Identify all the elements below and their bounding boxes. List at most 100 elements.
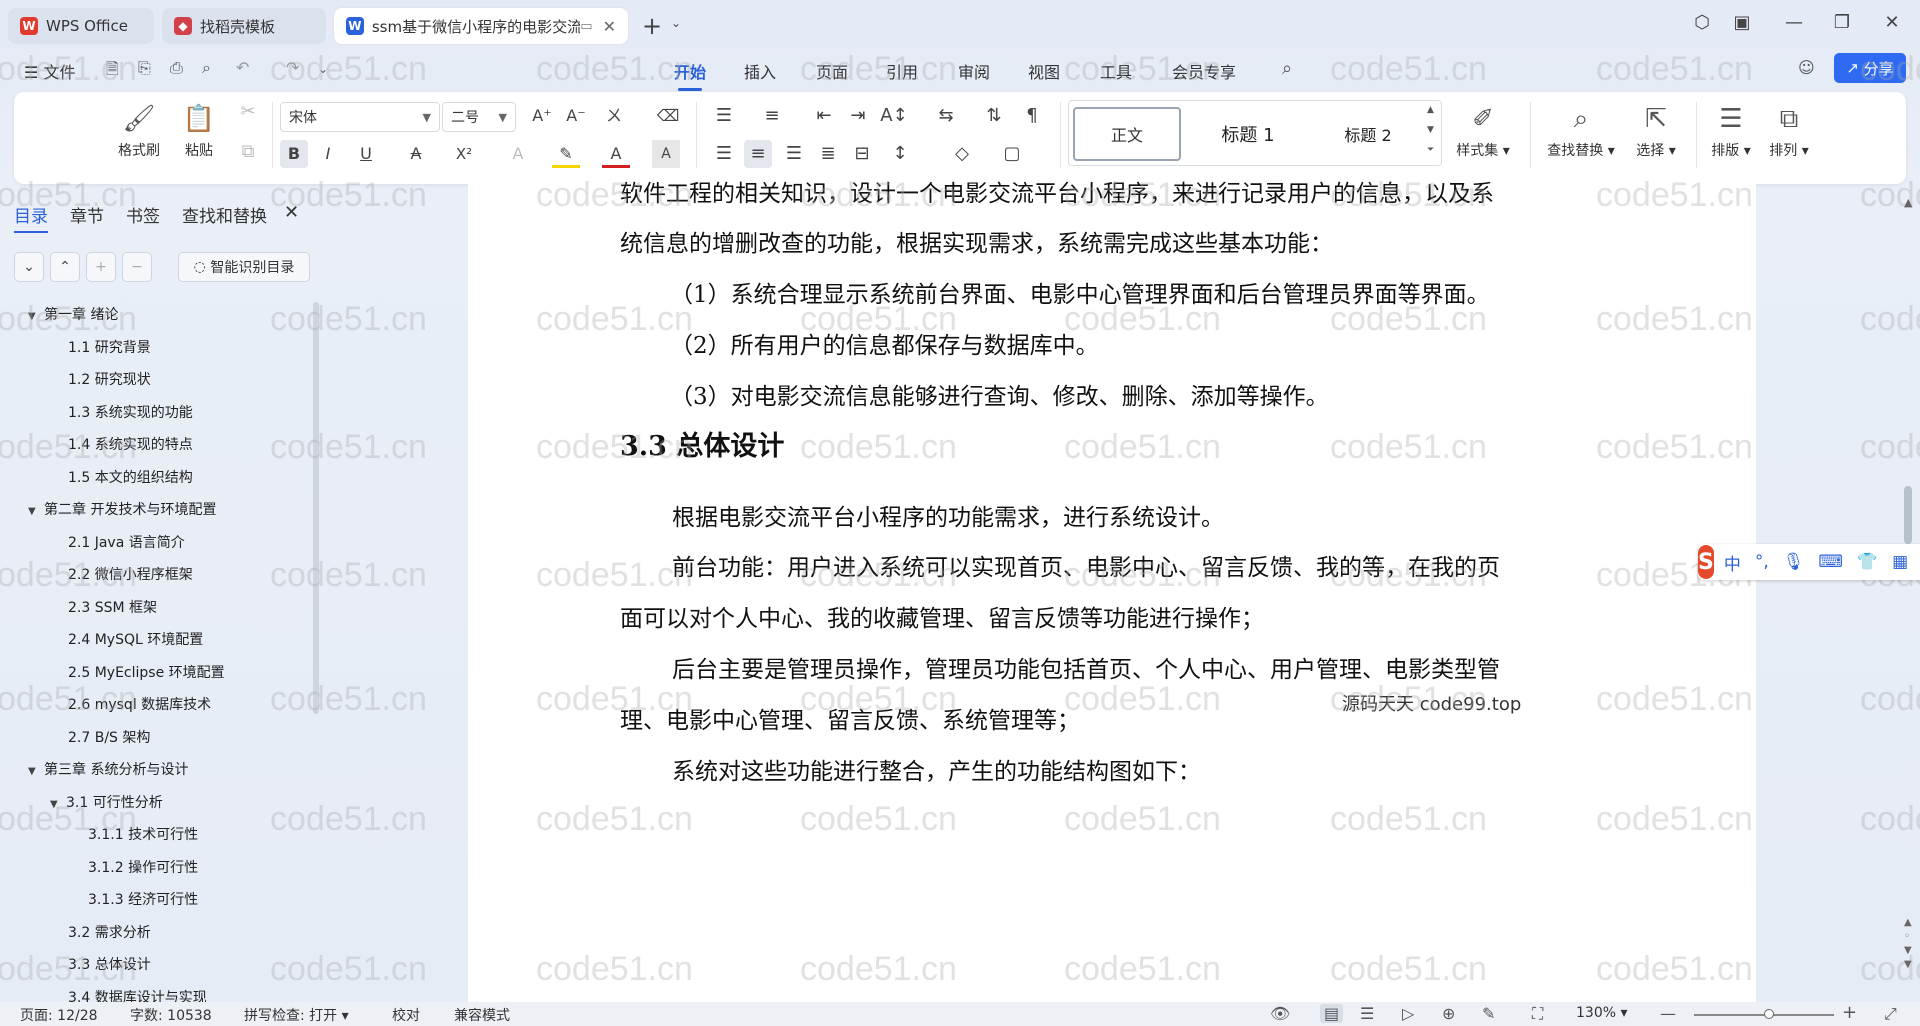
- document-page[interactable]: 软件工程的相关知识，设计一个电影交流平台小程序，来进行记录用户的信息，以及系 统信…: [468, 181, 1756, 1002]
- export-icon[interactable]: ⎘: [138, 58, 151, 78]
- expand-triangle-icon[interactable]: ▼: [28, 766, 44, 777]
- web-view-icon[interactable]: ⊕: [1442, 1004, 1455, 1023]
- toc-item[interactable]: 3.2 需求分析: [68, 922, 151, 942]
- format-painter-button[interactable]: 🖌 格式刷: [114, 102, 164, 160]
- copy-icon[interactable]: ⧉: [234, 138, 262, 166]
- panel-tab-sections[interactable]: 章节: [70, 202, 104, 227]
- panel-tab-toc[interactable]: 目录: [14, 202, 48, 233]
- restore-icon[interactable]: ❐: [1830, 12, 1854, 33]
- superscript-icon[interactable]: X²: [450, 140, 478, 168]
- toc-item[interactable]: 2.1 Java 语言简介: [68, 532, 185, 552]
- align-left-icon[interactable]: ☰: [710, 140, 738, 168]
- toc-item[interactable]: ▼ 第一章 绪论: [28, 304, 118, 324]
- outline-view-icon[interactable]: ☰: [1360, 1004, 1374, 1023]
- panel-tab-bookmarks[interactable]: 书签: [126, 202, 160, 227]
- tab-wps-office[interactable]: W WPS Office: [8, 8, 154, 44]
- save-icon[interactable]: 🗎: [106, 58, 119, 85]
- layout-button[interactable]: ☰ 排版 ▾: [1704, 102, 1758, 160]
- expand-up-icon[interactable]: ⌃: [50, 252, 80, 282]
- clear-format-icon[interactable]: ⌫: [654, 102, 682, 130]
- add-icon[interactable]: +: [86, 252, 116, 282]
- toc-item[interactable]: 3.1.1 技术可行性: [88, 824, 198, 844]
- menu-tab-insert[interactable]: 插入: [744, 59, 776, 83]
- new-tab-icon[interactable]: +: [640, 12, 664, 40]
- border-icon[interactable]: ▢: [998, 140, 1026, 168]
- ime-toolbar[interactable]: S 中 °, 🎙 ⌨ 👕 ▦: [1698, 544, 1920, 580]
- toc-item[interactable]: 2.5 MyEclipse 环境配置: [68, 662, 225, 682]
- font-color-icon[interactable]: A: [602, 140, 630, 168]
- toc-item[interactable]: 1.5 本文的组织结构: [68, 467, 193, 487]
- tab-docer[interactable]: ◆ 找稻壳模板: [162, 8, 326, 44]
- toc-item[interactable]: 2.4 MySQL 环境配置: [68, 629, 203, 649]
- scroll-up-icon[interactable]: ▲: [1904, 196, 1912, 209]
- underline-icon[interactable]: U: [352, 140, 380, 168]
- chevron-down-icon[interactable]: ⌄: [318, 62, 328, 76]
- play-icon[interactable]: ▷: [1402, 1004, 1414, 1023]
- skin-icon[interactable]: 👕: [1857, 552, 1878, 572]
- toc-item[interactable]: 3.1.2 操作可行性: [88, 857, 198, 877]
- toc-item[interactable]: ▼ 3.1 可行性分析: [50, 792, 163, 812]
- zoom-slider-handle[interactable]: [1763, 1009, 1774, 1019]
- expand-icon[interactable]: ⏷: [1427, 145, 1434, 155]
- page-indicator[interactable]: 页面: 12/28: [20, 1005, 98, 1025]
- menu-tab-review[interactable]: 审阅: [958, 59, 990, 83]
- proofread[interactable]: 校对: [392, 1005, 420, 1025]
- increase-indent-icon[interactable]: ⇥: [844, 102, 872, 130]
- expand-triangle-icon[interactable]: ▼: [50, 799, 66, 810]
- collapse-all-icon[interactable]: ⌄: [14, 252, 44, 282]
- toc-item[interactable]: 3.1.3 经济可行性: [88, 889, 198, 909]
- fullscreen-icon[interactable]: ⤢: [1884, 1004, 1897, 1024]
- cut-icon[interactable]: ✂: [234, 98, 262, 126]
- zoom-in-icon[interactable]: +: [1842, 1002, 1857, 1023]
- text-direction-icon[interactable]: A↕: [880, 102, 908, 130]
- align-right-icon[interactable]: ☰: [780, 140, 808, 168]
- document-scrollbar[interactable]: [1904, 486, 1912, 544]
- menu-tab-references[interactable]: 引用: [886, 59, 918, 83]
- mic-icon[interactable]: 🎙: [1783, 552, 1805, 572]
- ime-lang[interactable]: 中: [1724, 550, 1741, 575]
- grow-font-icon[interactable]: A⁺: [528, 102, 556, 130]
- toc-item[interactable]: 2.7 B/S 架构: [68, 727, 150, 747]
- justify-icon[interactable]: ≣: [814, 140, 842, 168]
- style-heading-2[interactable]: 标题 2: [1313, 107, 1423, 161]
- select-button[interactable]: ⇱ 选择 ▾: [1626, 102, 1686, 160]
- print-preview-icon[interactable]: ⌕: [202, 58, 211, 78]
- text-effect-icon[interactable]: A: [504, 140, 532, 168]
- tab-document[interactable]: W ssm基于微信小程序的电影交流 ▭ ✕: [334, 8, 628, 44]
- remove-icon[interactable]: −: [122, 252, 152, 282]
- menu-tab-view[interactable]: 视图: [1028, 59, 1060, 83]
- close-tab-icon[interactable]: ✕: [603, 17, 616, 36]
- word-count[interactable]: 字数: 10538: [130, 1005, 212, 1025]
- arrange-button[interactable]: ⧉ 排列 ▾: [1762, 102, 1816, 160]
- decrease-indent-icon[interactable]: ⇤: [810, 102, 838, 130]
- strikethrough-icon[interactable]: A: [402, 140, 430, 168]
- panel-tab-find[interactable]: 查找和替换: [182, 202, 267, 227]
- menu-tab-tools[interactable]: 工具: [1100, 59, 1132, 83]
- shrink-font-icon[interactable]: A⁻: [562, 102, 590, 130]
- page-view-icon[interactable]: ▤: [1320, 1004, 1344, 1023]
- toc-item[interactable]: 1.2 研究现状: [68, 369, 151, 389]
- font-name-select[interactable]: 宋体 ▼: [280, 102, 440, 132]
- minimize-icon[interactable]: —: [1782, 12, 1806, 33]
- align-center-icon[interactable]: ≡: [744, 140, 772, 168]
- grid-icon[interactable]: ▦: [1892, 552, 1908, 572]
- file-menu[interactable]: ☰ 文件: [24, 59, 75, 83]
- bold-icon[interactable]: B: [280, 140, 308, 168]
- bullet-list-icon[interactable]: ☰: [710, 102, 738, 130]
- ime-punct[interactable]: °,: [1755, 552, 1769, 572]
- chevron-down-icon[interactable]: ▼: [1427, 125, 1434, 135]
- chevron-down-icon[interactable]: ⌄: [664, 16, 688, 30]
- redo-icon[interactable]: ↷: [286, 58, 299, 77]
- char-shading-icon[interactable]: A: [652, 140, 680, 168]
- toc-item[interactable]: ▼ 第三章 系统分析与设计: [28, 759, 188, 779]
- phonetic-icon[interactable]: ㄨ: [600, 102, 628, 130]
- font-size-select[interactable]: 二号 ▼: [442, 102, 516, 132]
- toc-item[interactable]: 1.3 系统实现的功能: [68, 402, 193, 422]
- distribute-icon[interactable]: ⊟: [848, 140, 876, 168]
- spell-check[interactable]: 拼写检查: 打开 ▾: [244, 1005, 349, 1025]
- pen-icon[interactable]: ✎: [1482, 1004, 1495, 1023]
- toc-item[interactable]: 1.4 系统实现的特点: [68, 434, 193, 454]
- find-replace-button[interactable]: ⌕ 查找替换 ▾: [1538, 102, 1624, 160]
- style-set-button[interactable]: ✐ 样式集 ▾: [1448, 102, 1518, 160]
- eye-icon[interactable]: 👁: [1270, 1004, 1290, 1023]
